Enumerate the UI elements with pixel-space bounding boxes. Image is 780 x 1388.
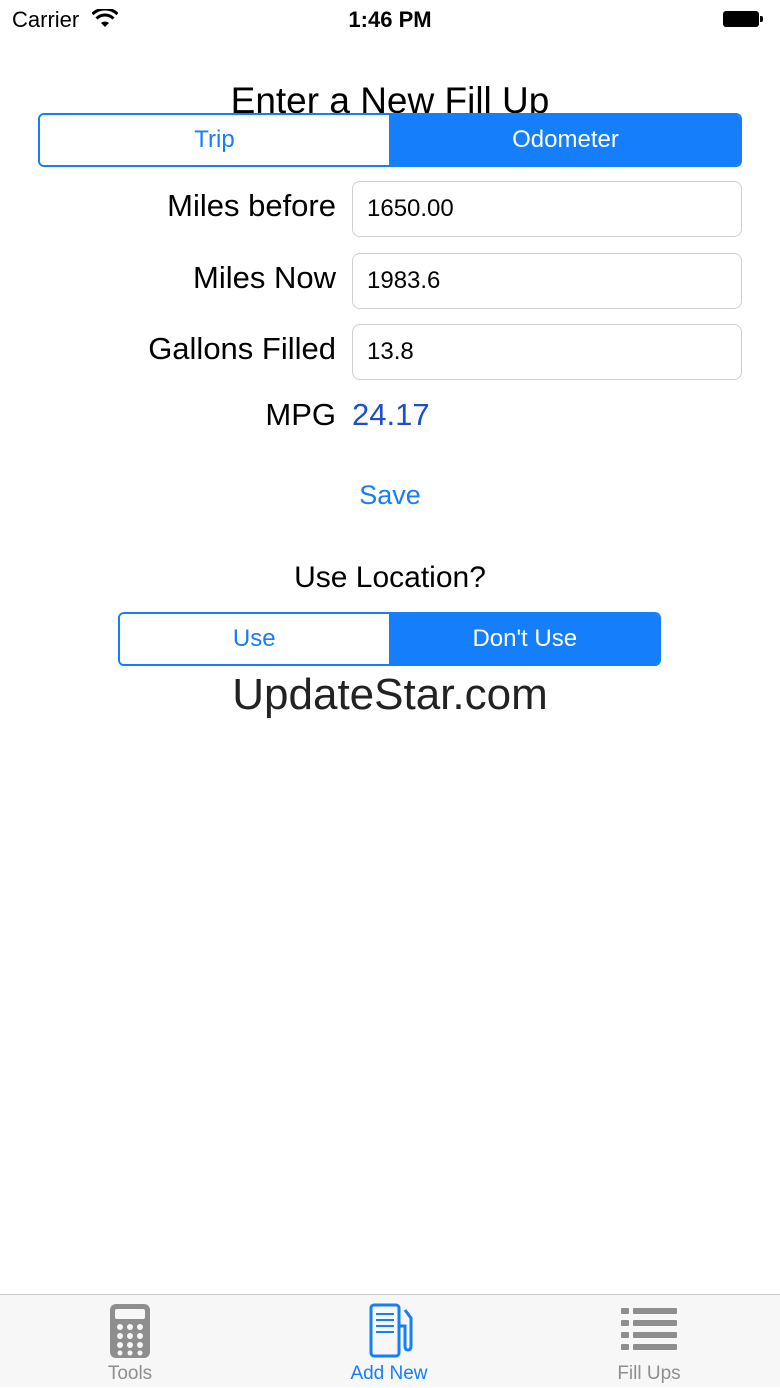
- tab-tools-label: Tools: [107, 1363, 153, 1384]
- tab-fill-ups-label: Fill Ups: [617, 1363, 681, 1384]
- tab-add-new[interactable]: Add New: [314, 1295, 464, 1388]
- list-icon: [621, 1308, 677, 1350]
- miles-now-field[interactable]: [352, 253, 742, 309]
- tab-tools[interactable]: Tools: [55, 1295, 205, 1388]
- miles-now-label: Miles Now: [193, 260, 336, 295]
- mpg-label: MPG: [265, 397, 336, 432]
- mpg-value: 24.17: [352, 397, 430, 432]
- segment-odometer[interactable]: Odometer: [389, 115, 740, 165]
- tab-add-new-label: Add New: [350, 1363, 428, 1384]
- mode-segmented-control: Trip Odometer: [38, 113, 742, 167]
- gas-pump-icon: [369, 1303, 413, 1358]
- tab-fill-ups[interactable]: Fill Ups: [574, 1295, 724, 1388]
- segment-dont-use[interactable]: Don't Use: [388, 614, 659, 664]
- use-location-question: Use Location?: [294, 561, 486, 594]
- gallons-filled-field[interactable]: [352, 324, 742, 380]
- watermark-text: UpdateStar.com: [232, 670, 548, 719]
- calculator-icon: [110, 1304, 150, 1358]
- location-segmented-control: Use Don't Use: [118, 612, 661, 666]
- miles-before-field[interactable]: [352, 181, 742, 237]
- status-time: 1:46 PM: [348, 7, 432, 32]
- segment-use[interactable]: Use: [120, 614, 389, 664]
- miles-before-label: Miles before: [167, 188, 336, 223]
- segment-trip[interactable]: Trip: [40, 115, 389, 165]
- tab-bar: Tools Add New Fill Ups: [0, 1294, 780, 1387]
- save-button[interactable]: Save: [0, 480, 780, 511]
- gallons-filled-label: Gallons Filled: [148, 331, 336, 366]
- status-bar: Carrier 1:46 PM: [0, 0, 780, 40]
- battery-icon: [723, 11, 763, 27]
